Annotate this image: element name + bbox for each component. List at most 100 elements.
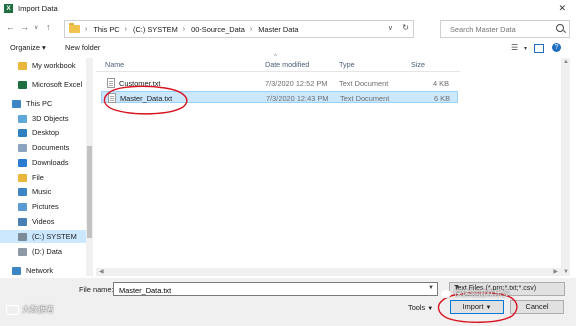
- drive-c-icon: [18, 232, 27, 241]
- chevron-down-icon: ▼: [485, 305, 492, 311]
- column-header-size[interactable]: Size: [411, 58, 425, 71]
- sidebar-item-music[interactable]: Music: [0, 185, 86, 198]
- excel-icon: X: [4, 3, 13, 13]
- sidebar-item-videos[interactable]: Videos: [0, 215, 86, 228]
- view-dropdown-icon[interactable]: ▾: [524, 45, 527, 52]
- new-folder-button[interactable]: New folder: [65, 43, 100, 52]
- scroll-up-icon[interactable]: ▲: [563, 59, 569, 65]
- camera-icon: [6, 304, 19, 315]
- type-cell: Text Document: [339, 79, 389, 88]
- cancel-button[interactable]: Cancel: [510, 300, 564, 314]
- sidebar-item-d-data[interactable]: (D:) Data: [0, 245, 86, 258]
- sidebar-item-network[interactable]: Network: [0, 264, 86, 277]
- import-label: Import: [462, 302, 484, 311]
- scrollbar-thumb[interactable]: [87, 146, 92, 238]
- title-bar: X Import Data ✕: [0, 0, 576, 16]
- breadcrumb-chevron-icon[interactable]: ›: [125, 26, 127, 33]
- watermark-left-text: 大数据者: [22, 305, 54, 314]
- sidebar-item-label: Documents: [32, 143, 70, 152]
- refresh-icon[interactable]: ↻: [402, 23, 409, 32]
- sidebar-item-label: Microsoft Excel: [32, 80, 83, 89]
- date-modified-cell: 7/3/2020 12:52 PM: [265, 79, 328, 88]
- size-cell: 4 KB: [433, 79, 450, 88]
- organize-button[interactable]: Organize ▾: [10, 43, 46, 52]
- breadcrumb-chevron-icon[interactable]: ›: [250, 26, 252, 33]
- sidebar-item-desktop[interactable]: Desktop: [0, 126, 86, 139]
- sidebar-item-3d-objects[interactable]: 3D Objects: [0, 112, 86, 125]
- breadcrumb-this-pc[interactable]: This PC: [93, 25, 119, 34]
- window-title: Import Data: [18, 3, 58, 13]
- breadcrumb-master-data[interactable]: Master Data: [258, 25, 298, 34]
- view-options-icon[interactable]: ☰: [511, 43, 518, 52]
- file-list-scrollbar[interactable]: ▲ ▼: [561, 58, 570, 276]
- text-file-icon: [108, 93, 116, 103]
- file-name-cell: Customer.txt: [119, 79, 161, 88]
- column-header-type[interactable]: Type: [339, 58, 355, 71]
- folder-icon: [69, 23, 80, 33]
- sidebar-item-downloads[interactable]: Downloads: [0, 156, 86, 169]
- address-bar-row: ← → ∨ ↑ › This PC › (C:) SYSTEM › 00-Sou…: [0, 18, 576, 40]
- sidebar-item-label: (D:) Data: [32, 247, 62, 256]
- file-name-cell: Master_Data.txt: [120, 94, 173, 103]
- column-header-name[interactable]: Name: [105, 58, 124, 71]
- forward-arrow-icon[interactable]: →: [20, 22, 29, 32]
- tools-label: Tools: [408, 303, 426, 312]
- up-arrow-icon[interactable]: ↑: [46, 22, 51, 32]
- date-modified-cell: 7/3/2020 12:43 PM: [266, 94, 329, 103]
- folder-yellow-icon: [18, 173, 27, 182]
- import-button[interactable]: Import ▼: [450, 300, 504, 314]
- sidebar-item-file[interactable]: File: [0, 171, 86, 184]
- file-list: ^ Name Date modified Type Size Customer.…: [96, 54, 570, 276]
- scroll-down-icon[interactable]: ▼: [563, 269, 569, 275]
- text-file-icon: [107, 78, 115, 88]
- sidebar-item-this-pc[interactable]: This PC: [0, 97, 86, 110]
- desktop-icon: [18, 128, 27, 137]
- sidebar-item-c-system[interactable]: (C:) SYSTEM: [0, 230, 86, 243]
- search-input[interactable]: [448, 23, 560, 35]
- close-icon[interactable]: ✕: [558, 3, 566, 14]
- column-header-date-modified[interactable]: Date modified: [265, 58, 309, 71]
- sidebar-item-my-workbook[interactable]: My workbook: [0, 59, 86, 72]
- sidebar-item-documents[interactable]: Documents: [0, 141, 86, 154]
- help-icon[interactable]: ?: [552, 43, 561, 52]
- size-cell: 6 KB: [434, 94, 451, 103]
- watermark-right: 快递物流欢乐多: [441, 288, 510, 299]
- navigation-scrollbar[interactable]: [86, 58, 93, 276]
- wechat-icon: [441, 289, 451, 298]
- breadcrumb-c-system[interactable]: (C:) SYSTEM: [133, 25, 178, 34]
- music-icon: [18, 187, 27, 196]
- network-icon: [12, 266, 21, 275]
- table-row[interactable]: Master_Data.txt 7/3/2020 12:43 PM Text Doc…: [101, 91, 458, 103]
- file-name-field[interactable]: ▼: [113, 282, 438, 297]
- search-icon[interactable]: [556, 24, 564, 32]
- address-box[interactable]: › This PC › (C:) SYSTEM › 00-Source_Data…: [64, 20, 414, 38]
- address-dropdown-icon[interactable]: ∨: [388, 24, 393, 32]
- sidebar-item-label: Network: [26, 266, 54, 275]
- type-cell: Text Document: [340, 94, 390, 103]
- sidebar-item-label: My workbook: [32, 61, 76, 70]
- horizontal-scrollbar[interactable]: ◀ ▶: [96, 268, 561, 276]
- back-arrow-icon[interactable]: ←: [6, 22, 15, 32]
- watermark-right-text: 快递物流欢乐多: [454, 289, 510, 298]
- breadcrumb-source-data[interactable]: 00-Source_Data: [191, 25, 245, 34]
- breadcrumb-chevron-icon[interactable]: ›: [183, 26, 185, 33]
- folder-yellow-icon: [18, 61, 27, 70]
- sidebar-item-label: (C:) SYSTEM: [32, 232, 77, 241]
- preview-pane-icon[interactable]: [534, 44, 544, 53]
- chevron-down-icon[interactable]: ▼: [428, 285, 434, 291]
- cube-icon: [18, 114, 27, 123]
- sidebar-item-label: Pictures: [32, 202, 59, 211]
- file-name-input[interactable]: [117, 284, 421, 297]
- breadcrumb-chevron-icon[interactable]: ›: [85, 26, 87, 33]
- search-box[interactable]: [440, 20, 570, 38]
- sidebar-item-microsoft-excel[interactable]: Microsoft Excel: [0, 78, 86, 91]
- tools-menu[interactable]: Tools ▼: [408, 303, 433, 312]
- table-row[interactable]: Customer.txt 7/3/2020 12:52 PM Text Docume…: [101, 77, 458, 89]
- scroll-left-icon[interactable]: ◀: [99, 268, 104, 275]
- excel-icon: [18, 80, 27, 89]
- sidebar-item-label: Music: [32, 187, 52, 196]
- sidebar-item-pictures[interactable]: Pictures: [0, 200, 86, 213]
- recent-dropdown-icon[interactable]: ∨: [34, 24, 38, 31]
- sidebar-item-label: This PC: [26, 99, 53, 108]
- scroll-right-icon[interactable]: ▶: [553, 268, 558, 275]
